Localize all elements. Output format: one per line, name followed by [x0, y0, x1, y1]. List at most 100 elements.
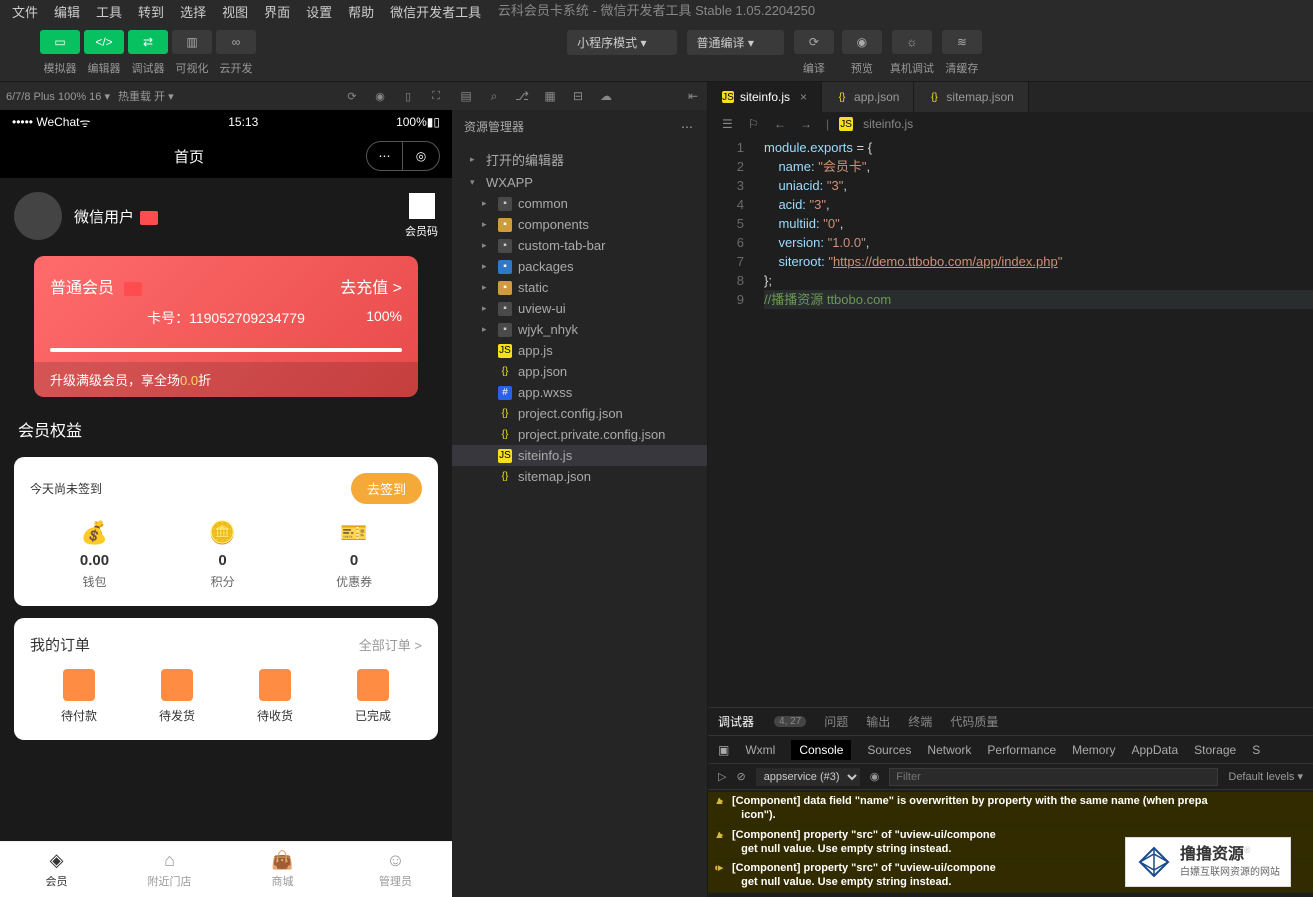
expand-icon[interactable]: ⛶: [426, 86, 446, 106]
capsule-close[interactable]: ◎: [403, 142, 439, 170]
mode-select[interactable]: 小程序模式 ▾: [567, 30, 676, 55]
clear-cache-button[interactable]: ≋: [942, 30, 982, 54]
device-icon[interactable]: ▯: [398, 86, 418, 106]
list-icon[interactable]: ☰: [722, 117, 738, 131]
forward-icon[interactable]: →: [800, 117, 816, 131]
db-icon[interactable]: ⊟: [570, 88, 586, 104]
devtab-console[interactable]: Console: [791, 740, 851, 760]
remote-debug-button[interactable]: ☼: [892, 30, 932, 54]
search-icon[interactable]: ⌕: [486, 88, 502, 104]
menu-settings[interactable]: 设置: [298, 0, 340, 23]
qrcode-button[interactable]: 会员码: [405, 193, 438, 239]
eye-icon[interactable]: ◉: [870, 770, 880, 783]
explorer-menu[interactable]: ⋯: [681, 120, 695, 134]
file-app-json[interactable]: {}app.json: [452, 361, 707, 382]
file-app-wxss[interactable]: #app.wxss: [452, 382, 707, 403]
debugger-toggle[interactable]: ⇄: [128, 30, 168, 54]
refresh-icon[interactable]: ⟳: [342, 86, 362, 106]
menu-edit[interactable]: 编辑: [46, 0, 88, 23]
devtab-network[interactable]: Network: [927, 743, 971, 757]
simulator-toggle[interactable]: ▭: [40, 30, 80, 54]
wallet-stat[interactable]: 💰0.00钱包: [80, 520, 109, 590]
menu-goto[interactable]: 转到: [130, 0, 172, 23]
file-siteinfo[interactable]: JSsiteinfo.js: [452, 445, 707, 466]
breadcrumb-file[interactable]: siteinfo.js: [863, 117, 913, 131]
avatar[interactable]: [14, 192, 62, 240]
order-complete[interactable]: 已完成: [355, 669, 391, 724]
folder-components[interactable]: ▸▪components: [452, 214, 707, 235]
order-pending-pay[interactable]: 待付款: [61, 669, 97, 724]
tab-mall[interactable]: 👜商城: [226, 842, 339, 897]
tab-admin[interactable]: ☺管理员: [339, 842, 452, 897]
file-project-private[interactable]: {}project.private.config.json: [452, 424, 707, 445]
menu-interface[interactable]: 界面: [256, 0, 298, 23]
file-app-js[interactable]: JSapp.js: [452, 340, 707, 361]
compile-select[interactable]: 普通编译 ▾: [687, 30, 784, 55]
devtab-wxml[interactable]: Wxml: [745, 743, 775, 757]
devtab-sources[interactable]: Sources: [867, 743, 911, 757]
cloud-toggle[interactable]: ∞: [216, 30, 256, 54]
inspect-icon[interactable]: ▣: [718, 743, 729, 757]
bookmark-icon[interactable]: ⚐: [748, 117, 764, 131]
coupon-stat[interactable]: 🎫0优惠券: [336, 520, 372, 590]
recharge-link[interactable]: 去充值 >: [340, 274, 402, 298]
folder-packages[interactable]: ▸▪packages: [452, 256, 707, 277]
signin-button[interactable]: 去签到: [351, 473, 422, 504]
menu-help[interactable]: 帮助: [340, 0, 382, 23]
clear-icon[interactable]: ⊘: [736, 770, 745, 783]
tab-member[interactable]: ◈会员: [0, 842, 113, 897]
branch-icon[interactable]: ⎇: [514, 88, 530, 104]
menu-wxdev[interactable]: 微信开发者工具: [382, 0, 489, 23]
filter-input[interactable]: [889, 768, 1218, 786]
open-editors-section[interactable]: ▸打开的编辑器: [452, 147, 707, 172]
tab-siteinfo[interactable]: JSsiteinfo.js×: [708, 82, 822, 112]
devtab-appdata[interactable]: AppData: [1131, 743, 1178, 757]
order-pending-receive[interactable]: 待收货: [257, 669, 293, 724]
capsule-menu[interactable]: ⋯: [367, 142, 403, 170]
tab-output[interactable]: 输出: [866, 713, 890, 730]
menu-tools[interactable]: 工具: [88, 0, 130, 23]
hotreload-toggle[interactable]: 热重载 开 ▾: [118, 88, 174, 104]
folder-wjyk[interactable]: ▸▪wjyk_nhyk: [452, 319, 707, 340]
devtab-memory[interactable]: Memory: [1072, 743, 1115, 757]
file-sitemap[interactable]: {}sitemap.json: [452, 466, 707, 487]
code-body[interactable]: module.exports = { name: "会员卡", uniacid:…: [758, 136, 1313, 707]
tab-quality[interactable]: 代码质量: [950, 713, 998, 730]
folder-static[interactable]: ▸▪static: [452, 277, 707, 298]
close-icon[interactable]: ×: [800, 90, 807, 104]
back-icon[interactable]: ←: [774, 117, 790, 131]
folder-uview-ui[interactable]: ▸▪uview-ui: [452, 298, 707, 319]
menu-view[interactable]: 视图: [214, 0, 256, 23]
collapse-icon[interactable]: ⇤: [685, 88, 701, 104]
play-icon[interactable]: ▷: [718, 770, 726, 783]
levels-select[interactable]: Default levels ▾: [1228, 770, 1303, 783]
file-project-config[interactable]: {}project.config.json: [452, 403, 707, 424]
folder-custom-tab-bar[interactable]: ▸▪custom-tab-bar: [452, 235, 707, 256]
tab-appjson[interactable]: {}app.json: [822, 82, 914, 112]
compile-button[interactable]: ⟳: [794, 30, 834, 54]
tab-problems[interactable]: 问题: [824, 713, 848, 730]
folder-common[interactable]: ▸▪common: [452, 193, 707, 214]
devtab-more[interactable]: S: [1252, 743, 1260, 757]
tab-debugger[interactable]: 调试器: [718, 713, 754, 730]
root-folder[interactable]: ▾WXAPP: [452, 172, 707, 193]
editor-toggle[interactable]: </>: [84, 30, 124, 54]
orders-more[interactable]: 全部订单 >: [359, 635, 422, 654]
record-icon[interactable]: ◉: [370, 86, 390, 106]
tab-terminal[interactable]: 终端: [908, 713, 932, 730]
menu-select[interactable]: 选择: [172, 0, 214, 23]
tab-nearby[interactable]: ⌂附近门店: [113, 842, 226, 897]
points-stat[interactable]: 🪙0积分: [209, 520, 236, 590]
files-icon[interactable]: ▤: [458, 88, 474, 104]
preview-button[interactable]: ◉: [842, 30, 882, 54]
code-editor[interactable]: 123456789 module.exports = { name: "会员卡"…: [708, 136, 1313, 707]
context-select[interactable]: appservice (#3): [756, 768, 860, 786]
device-select[interactable]: 6/7/8 Plus 100% 16 ▾: [6, 90, 110, 103]
grid-icon[interactable]: ▦: [542, 88, 558, 104]
devtab-storage[interactable]: Storage: [1194, 743, 1236, 757]
visual-toggle[interactable]: ▥: [172, 30, 212, 54]
menu-file[interactable]: 文件: [4, 0, 46, 23]
order-pending-ship[interactable]: 待发货: [159, 669, 195, 724]
devtab-performance[interactable]: Performance: [987, 743, 1056, 757]
tab-sitemap[interactable]: {}sitemap.json: [914, 82, 1028, 112]
